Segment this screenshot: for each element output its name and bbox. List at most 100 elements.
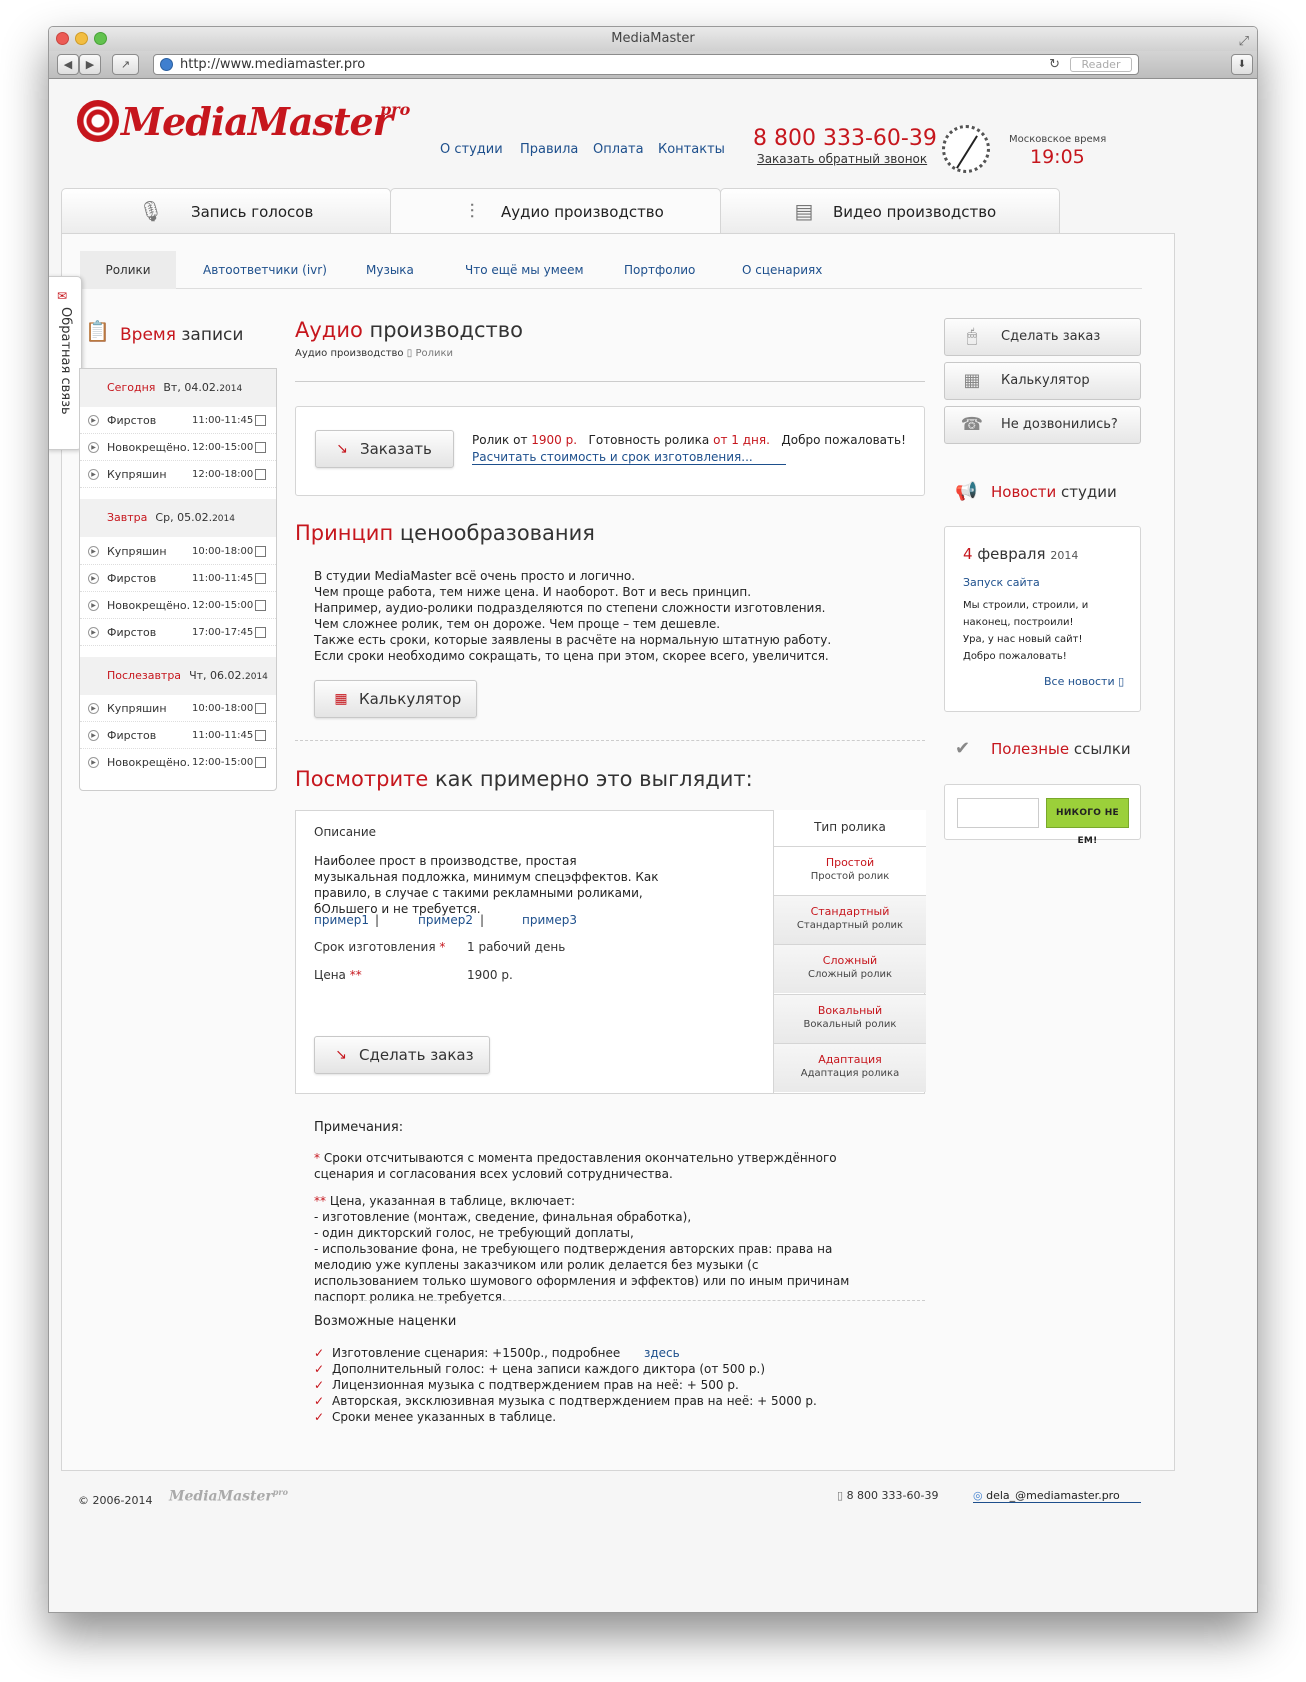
tab-video-production[interactable]: ▤ Видео производство bbox=[720, 188, 1060, 234]
check-icon: ✓ bbox=[314, 1410, 325, 1424]
logo[interactable]: MediaMaster bbox=[121, 100, 393, 144]
type-adaptation[interactable]: Адаптация Адаптация ролика bbox=[774, 1043, 926, 1092]
play-icon[interactable]: ▶ bbox=[88, 469, 99, 480]
all-news-link[interactable]: Все новости ▯ bbox=[1044, 675, 1124, 688]
extras-details-link[interactable]: здесь bbox=[644, 1345, 680, 1361]
checkbox[interactable] bbox=[255, 730, 266, 741]
checkbox[interactable] bbox=[255, 469, 266, 480]
schedule-row: ▶ Купряшин 10:00-18:00 bbox=[80, 538, 276, 565]
check-icon: ✓ bbox=[314, 1362, 325, 1376]
schedule-row: ▶ Купряшин 12:00-18:00 bbox=[80, 461, 276, 488]
breadcrumb: Аудио производство ▯ Ролики bbox=[295, 348, 453, 359]
logo-icon[interactable] bbox=[77, 100, 119, 142]
counter-badge[interactable]: НИКОГО НЕ ЕМ! bbox=[1046, 798, 1129, 846]
breadcrumb-link[interactable]: Аудио производство bbox=[295, 348, 404, 359]
minimize-window-button[interactable] bbox=[75, 32, 88, 45]
breadcrumb-current: Ролики bbox=[415, 348, 454, 359]
links-input[interactable] bbox=[957, 798, 1039, 828]
subtab-portfolio[interactable]: Портфолио bbox=[624, 251, 695, 289]
sub-nav: Ролики Автоответчики (ivr) Музыка Что ещ… bbox=[80, 251, 1142, 289]
nav-payment[interactable]: Оплата bbox=[593, 142, 644, 157]
schedule-row: ▶ Новокрещёно. 12:00-15:00 bbox=[80, 434, 276, 461]
schedule-row: ▶ Фирстов 11:00-11:45 bbox=[80, 722, 276, 749]
type-simple[interactable]: Простой Простой ролик bbox=[774, 846, 926, 895]
clock-time: 19:05 bbox=[1030, 146, 1085, 168]
order-button[interactable]: ↘ Заказать bbox=[315, 430, 454, 468]
term-label: Срок изготовления * bbox=[314, 940, 446, 954]
example-3-link[interactable]: пример3 bbox=[522, 913, 577, 927]
checkbox[interactable] bbox=[255, 703, 266, 714]
divider bbox=[295, 381, 925, 382]
type-standard[interactable]: Стандартный Стандартный ролик bbox=[774, 895, 926, 944]
play-icon[interactable]: ▶ bbox=[88, 627, 99, 638]
subtab-skills[interactable]: Что ещё мы умеем bbox=[465, 251, 584, 289]
checkbox[interactable] bbox=[255, 442, 266, 453]
play-icon[interactable]: ▶ bbox=[88, 703, 99, 714]
copyright: © 2006-2014 bbox=[78, 1494, 153, 1507]
type-list: Тип ролика Простой Простой ролик Стандарт… bbox=[773, 810, 926, 1094]
play-icon[interactable]: ▶ bbox=[88, 730, 99, 741]
checkbox[interactable] bbox=[255, 757, 266, 768]
play-icon[interactable]: ▶ bbox=[88, 757, 99, 768]
make-order-button[interactable]: ↘ Сделать заказ bbox=[314, 1036, 490, 1074]
play-icon[interactable]: ▶ bbox=[88, 546, 99, 557]
reader-button[interactable]: Reader bbox=[1070, 57, 1132, 72]
day-header: Завтра Ср, 05.02.2014 bbox=[80, 499, 276, 537]
type-vocal[interactable]: Вокальный Вокальный ролик bbox=[774, 994, 926, 1043]
schedule-row: ▶ Фирстов 11:00-11:45 bbox=[80, 565, 276, 592]
subtab-scripts[interactable]: О сценариях bbox=[742, 251, 822, 289]
email-link[interactable]: dela_@mediamaster.pro bbox=[986, 1489, 1120, 1502]
sidebar-order-button[interactable]: 🖱 Сделать заказ bbox=[944, 318, 1141, 356]
price-label: Цена ** bbox=[314, 968, 362, 982]
example-1-link[interactable]: пример1 bbox=[314, 913, 369, 927]
close-window-button[interactable] bbox=[56, 32, 69, 45]
play-icon[interactable]: ▶ bbox=[88, 600, 99, 611]
share-button[interactable]: ↗ bbox=[112, 54, 139, 75]
footer-logo: MediaMasterpro bbox=[169, 1487, 288, 1505]
nav-rules[interactable]: Правила bbox=[520, 142, 578, 157]
callback-link[interactable]: Заказать обратный звонок bbox=[757, 152, 927, 166]
example-2-link[interactable]: пример2 bbox=[418, 913, 473, 927]
feedback-tab[interactable]: ✉ Обратная связь bbox=[49, 276, 82, 450]
subtab-music[interactable]: Музыка bbox=[366, 251, 414, 289]
subtab-ivr[interactable]: Автоответчики (ivr) bbox=[203, 251, 327, 289]
reload-icon[interactable]: ↻ bbox=[1049, 55, 1060, 74]
browser-toolbar: ◀ ▶ ↗ http://www.mediamaster.pro ↻ Reade… bbox=[49, 51, 1257, 79]
tab-voice-recording[interactable]: 🎙 Запись голосов bbox=[61, 188, 391, 234]
calc-cost-link[interactable]: Расчитать стоимость и срок изготовления.… bbox=[472, 450, 786, 465]
note-1: * Сроки отсчитываются с момента предоста… bbox=[314, 1151, 837, 1181]
downloads-icon[interactable]: ⬇ bbox=[1231, 54, 1253, 75]
sidebar-callback-button[interactable]: ☎ Не дозвонились? bbox=[944, 406, 1141, 444]
subtab-spots[interactable]: Ролики bbox=[80, 251, 176, 289]
clipboard-icon: 📋 bbox=[85, 319, 110, 343]
web-page: MediaMaster pro О студии Правила Оплата … bbox=[49, 80, 1257, 1612]
checkbox[interactable] bbox=[255, 627, 266, 638]
nav-about[interactable]: О студии bbox=[440, 142, 503, 157]
checkbox[interactable] bbox=[255, 600, 266, 611]
zoom-window-button[interactable] bbox=[94, 32, 107, 45]
calculator-button[interactable]: ▦ Калькулятор bbox=[314, 680, 477, 718]
browser-window: MediaMaster ⤢ ◀ ▶ ↗ http://www.mediamast… bbox=[48, 26, 1258, 1613]
type-complex[interactable]: Сложный Сложный ролик bbox=[774, 944, 926, 993]
nav-contacts[interactable]: Контакты bbox=[658, 142, 725, 157]
forward-button[interactable]: ▶ bbox=[79, 54, 101, 75]
news-link[interactable]: Запуск сайта bbox=[963, 576, 1040, 589]
sidebar-calculator-button[interactable]: ▦ Калькулятор bbox=[944, 362, 1141, 400]
address-bar[interactable]: http://www.mediamaster.pro ↻ Reader bbox=[153, 54, 1139, 75]
play-icon[interactable]: ▶ bbox=[88, 415, 99, 426]
check-icon: ✓ bbox=[314, 1346, 325, 1360]
breadcrumb-separator: ▯ bbox=[406, 348, 413, 359]
logo-sup: pro bbox=[380, 100, 411, 119]
play-icon[interactable]: ▶ bbox=[88, 442, 99, 453]
checkbox[interactable] bbox=[255, 415, 266, 426]
tab-audio-production[interactable]: ⫶ Аудио производство bbox=[390, 188, 721, 235]
checkbox[interactable] bbox=[255, 546, 266, 557]
divider bbox=[295, 740, 925, 741]
order-icon: ↘ bbox=[336, 441, 348, 457]
play-icon[interactable]: ▶ bbox=[88, 573, 99, 584]
footer: © 2006-2014 MediaMasterpro ▯ 8 800 333-6… bbox=[49, 1471, 1257, 1612]
calculator-button-label: Калькулятор bbox=[359, 690, 462, 708]
checkbox[interactable] bbox=[255, 573, 266, 584]
schedule-row: ▶ Новокрещёно. 12:00-15:00 bbox=[80, 592, 276, 619]
back-button[interactable]: ◀ bbox=[57, 54, 79, 75]
